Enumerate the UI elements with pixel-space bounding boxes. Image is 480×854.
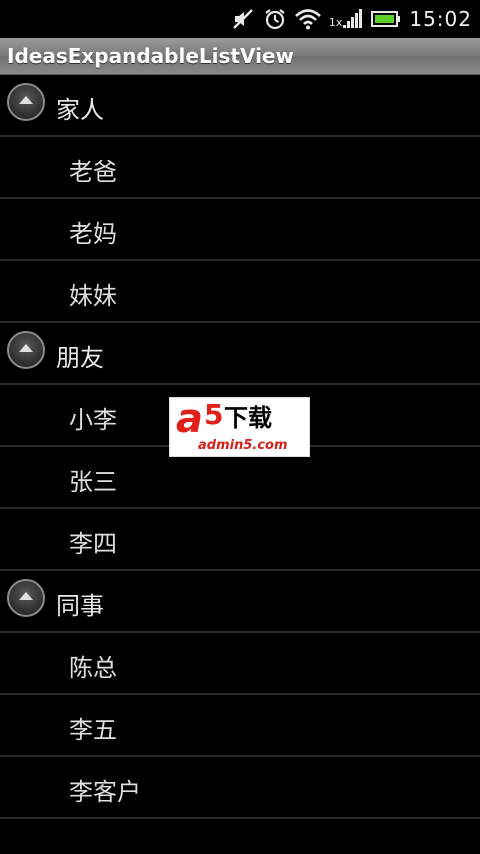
watermark-logo: a 5 下载 admin5.com bbox=[169, 397, 310, 457]
child-label: 陈总 bbox=[69, 654, 117, 682]
mute-icon bbox=[231, 7, 255, 31]
child-label: 李客户 bbox=[69, 778, 141, 806]
child-label: 李四 bbox=[69, 530, 117, 558]
child-row[interactable]: 妹妹 bbox=[0, 261, 480, 323]
group-row-family[interactable]: 家人 bbox=[0, 75, 480, 137]
group-row-friends[interactable]: 朋友 bbox=[0, 323, 480, 385]
network-type-label: 1x bbox=[328, 16, 343, 29]
child-label: 妹妹 bbox=[69, 282, 117, 310]
child-row[interactable]: 陈总 bbox=[0, 633, 480, 695]
child-row[interactable]: 李客户 bbox=[0, 757, 480, 819]
title-bar: IdeasExpandableListView bbox=[0, 38, 480, 75]
group-label: 朋友 bbox=[56, 344, 104, 372]
child-row[interactable]: 老妈 bbox=[0, 199, 480, 261]
status-bar: 1x 15:02 bbox=[0, 0, 480, 38]
child-label: 小李 bbox=[69, 406, 117, 434]
signal-icon: 1x bbox=[329, 7, 364, 31]
group-label: 家人 bbox=[56, 96, 104, 124]
group-label: 同事 bbox=[56, 592, 104, 620]
expand-collapse-icon[interactable] bbox=[7, 331, 45, 369]
child-label: 老爸 bbox=[69, 158, 117, 186]
status-icons: 1x 15:02 bbox=[231, 0, 472, 38]
wifi-icon bbox=[294, 8, 321, 30]
battery-icon bbox=[371, 10, 401, 28]
child-row[interactable]: 李四 bbox=[0, 509, 480, 571]
expand-collapse-icon[interactable] bbox=[7, 579, 45, 617]
app-title: IdeasExpandableListView bbox=[7, 44, 294, 68]
expand-collapse-icon[interactable] bbox=[7, 83, 45, 121]
child-label: 老妈 bbox=[69, 220, 117, 248]
child-row[interactable]: 老爸 bbox=[0, 137, 480, 199]
watermark-logo-text: 下载 bbox=[224, 404, 272, 432]
group-row-colleagues[interactable]: 同事 bbox=[0, 571, 480, 633]
watermark-url: admin5.com bbox=[198, 438, 288, 453]
watermark-logo-5: 5 bbox=[204, 398, 224, 431]
watermark-logo-a: a bbox=[176, 396, 203, 442]
child-label: 李五 bbox=[69, 716, 117, 744]
status-time: 15:02 bbox=[409, 7, 472, 31]
child-row[interactable]: 李五 bbox=[0, 695, 480, 757]
child-label: 张三 bbox=[69, 468, 117, 496]
alarm-icon bbox=[263, 7, 287, 31]
